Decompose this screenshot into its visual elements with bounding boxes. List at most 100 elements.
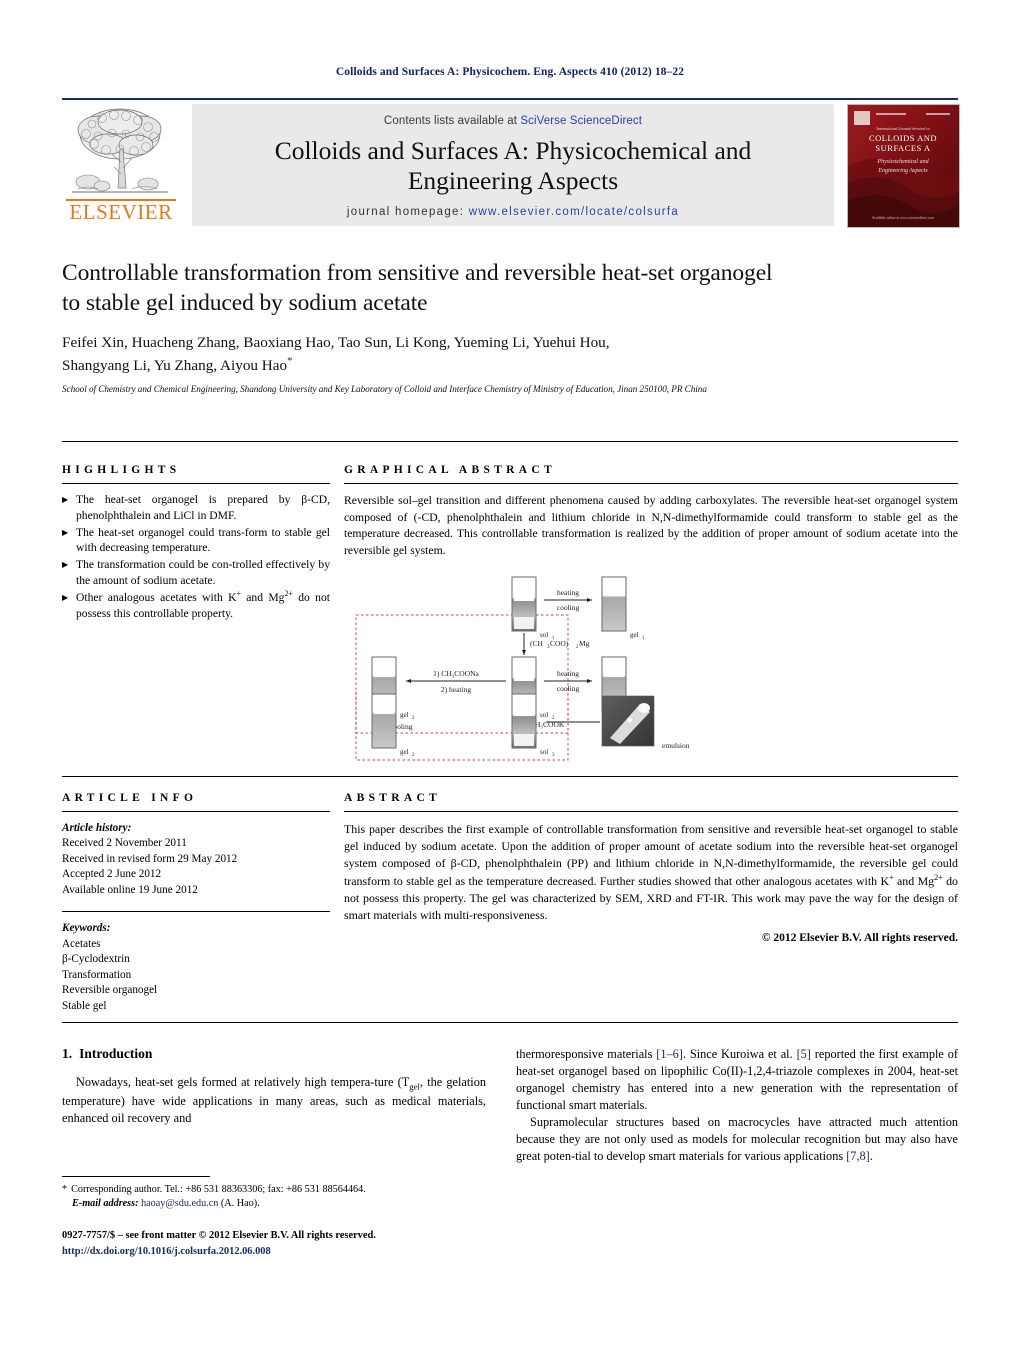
graphical-abstract-heading: GRAPHICAL ABSTRACT [344,464,556,476]
graphical-abstract-figure-lower: gel 2 sol 3 emulsion [344,679,958,780]
keyword-item: Reversible organogel [62,984,158,997]
abstract-part1: This paper describes the first example o… [344,822,958,889]
masthead-center-panel: Contents lists available at SciVerse Sci… [192,104,834,226]
authors-line2: Shangyang Li, Yu Zhang, Aiyou Hao [62,356,288,374]
intro-left-sub: gel [409,1081,421,1092]
list-item: The transformation could be con-trolled … [62,557,330,589]
contents-prefix: Contents lists available at [383,115,518,127]
corresponding-author-marker: * [287,354,293,367]
abstract-copyright: © 2012 Elsevier B.V. All rights reserved… [761,932,958,945]
svg-text:International Journal devoted: International Journal devoted to [876,126,929,131]
section-title: Introduction [79,1046,153,1061]
list-item: The heat-set organogel could trans-form … [62,525,330,557]
citation-ref[interactable]: [1–6] [656,1047,683,1061]
abstract-text: This paper describes the first example o… [344,821,958,924]
abstract-sup-mg: 2+ [934,873,943,883]
introduction-right-column: thermoresponsive materials [1–6]. Since … [516,1046,958,1165]
divider-under-graphical-abstract [62,776,958,777]
highlights-section: HIGHLIGHTS The heat-set organogel is pre… [62,464,330,623]
authors-line1: Feifei Xin, Huacheng Zhang, Baoxiang Hao… [62,334,610,352]
corresponding-author-footnote: * Corresponding author. Tel.: +86 531 883… [62,1176,486,1212]
keywords-block: Keywords: Acetates β-Cyclodextrin Transf… [62,921,330,1014]
author-list: Feifei Xin, Huacheng Zhang, Baoxiang Hao… [62,332,958,376]
running-head: Colloids and Surfaces A: Physicochem. En… [335,66,685,78]
footnote-corresponding: Corresponding author. Tel.: +86 531 8836… [71,1184,366,1195]
sciencedirect-link[interactable]: SciVerse ScienceDirect [520,115,642,127]
journal-title-line1: Colloids and Surfaces A: Physicochemical… [274,136,752,165]
keyword-item: Stable gel [62,999,107,1012]
tube-sol3: sol 3 [511,693,555,758]
journal-first-page: Colloids and Surfaces A: Physicochem. En… [0,0,1020,1351]
section-heading-introduction: 1. Introduction [62,1046,486,1062]
svg-text:heating: heating [557,669,579,678]
footnote-star: * [62,1184,68,1195]
intro-right-p2b: . [869,1148,873,1163]
citation-ref[interactable]: [5] [797,1047,811,1061]
email-suffix: (A. Hao). [220,1198,260,1210]
keyword-item: Acetates [62,937,101,950]
article-history-block: Article history: Received 2 November 201… [62,821,330,898]
svg-text:gel: gel [400,748,409,756]
abstract-heading: ABSTRACT [344,792,442,804]
highlight-text: The transformation could be con-trolled … [76,558,330,587]
issn-line: 0927-7757/$ – see front matter © 2012 El… [62,1230,376,1241]
svg-text:COLLOIDS AND: COLLOIDS AND [869,133,937,143]
intro-left-part1: Nowadays, heat-set gels formed at relati… [76,1075,410,1089]
keyword-item: β-Cyclodextrin [62,953,130,966]
intro-paragraph-1-cont: thermoresponsive materials [1–6]. Since … [516,1046,958,1114]
article-info-heading: ARTICLE INFO [62,792,198,804]
journal-title: Colloids and Surfaces A: Physicochemical… [192,136,834,196]
highlight-text: The heat-set organogel could trans-form … [76,525,330,555]
highlight-text: Other analogous acetates with K+ and Mg2… [76,589,330,621]
page-title: Controllable transformation from sensiti… [62,258,958,318]
article-history-label: Article history: [62,822,132,834]
svg-text:3: 3 [552,753,555,758]
intro-paragraph-2: Supramolecular structures based on macro… [516,1114,958,1165]
article-info-rule [62,811,330,812]
svg-text:2: 2 [412,753,415,758]
svg-text:heating: heating [557,588,579,597]
history-item: Available online 19 June 2012 [62,883,198,896]
doi-link[interactable]: http://dx.doi.org/10.1016/j.colsurfa.201… [62,1244,502,1260]
article-title-line2: to stable gel induced by sodium acetate [62,290,428,317]
svg-text:Physicochemical and: Physicochemical and [876,159,929,165]
elsevier-logo: ELSEVIER [62,104,180,226]
list-item: Other analogous acetates with K+ and Mg2… [62,590,330,622]
svg-text:1: 1 [642,636,645,641]
intro-right-a: thermoresponsive materials [516,1047,657,1061]
svg-text:Mg: Mg [579,639,590,648]
homepage-url-link[interactable]: www.elsevier.com/locate/colsurfa [469,206,679,218]
svg-text:Available online at www.scienc: Available online at www.sciencedirect.co… [872,216,934,220]
keyword-item: Transformation [62,968,132,981]
intro-right-b: . Since Kuroiwa et al. [682,1047,797,1061]
tube-gel2-lower: gel 2 [371,693,415,758]
keywords-label: Keywords: [62,922,111,935]
abstract-part2: and Mg [893,874,935,889]
journal-masthead: ELSEVIER Contents lists available at Sci… [62,98,960,228]
introduction-left-column: 1. Introduction Nowadays, heat-set gels f… [62,1046,486,1127]
title-block: Controllable transformation from sensiti… [62,258,958,394]
divider-under-title [62,441,958,442]
contents-list-line: Contents lists available at SciVerse Sci… [192,115,834,127]
email-link[interactable]: haoay@sdu.edu.cn [141,1198,218,1209]
article-info-divider [62,911,330,913]
abstract-rule [344,811,958,812]
journal-title-line2: Engineering Aspects [407,165,619,195]
imprint-block: 0927-7757/$ – see front matter © 2012 El… [62,1228,502,1259]
citation-ref[interactable]: [7,8] [846,1149,870,1163]
svg-text:sol: sol [540,631,548,639]
intro-right-p2a: Supramolecular structures based on macro… [516,1114,958,1163]
article-title-line1: Controllable transformation from sensiti… [62,260,773,286]
email-label: E-mail address: [72,1198,139,1210]
history-item: Received 2 November 2011 [62,837,187,850]
homepage-prefix: journal homepage: [346,205,465,218]
svg-text:cooling: cooling [557,603,580,612]
elsevier-wordmark: ELSEVIER [69,200,173,224]
svg-text:COO): COO) [550,639,569,648]
divider-above-body [62,1022,958,1023]
article-info-section: ARTICLE INFO Article history: Received 2… [62,792,330,1014]
svg-text:SURFACES A: SURFACES A [875,143,931,153]
svg-text:gel: gel [630,631,639,639]
history-item: Accepted 2 June 2012 [62,868,162,881]
svg-text:1) CH₃COONa: 1) CH₃COONa [433,669,479,678]
